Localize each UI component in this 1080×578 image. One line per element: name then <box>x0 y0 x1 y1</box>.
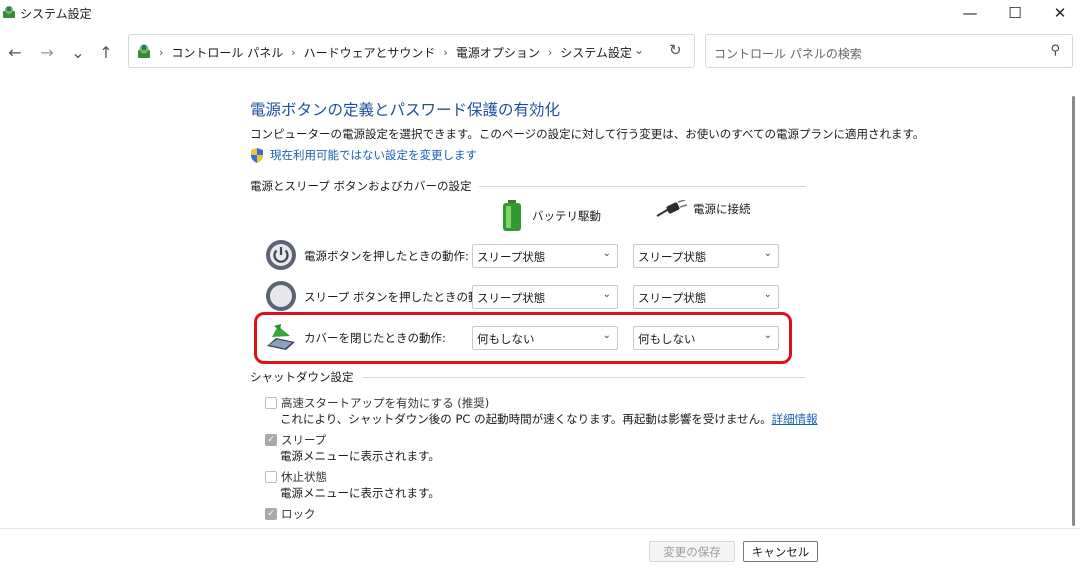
power-button-plugged-select[interactable]: スリープ状態 ⌄ <box>633 244 779 268</box>
main-content: 電源ボタンの定義とパスワード保護の有効化 コンピューターの電源設定を選択できます… <box>0 80 1080 528</box>
minimize-button[interactable]: — <box>947 0 993 26</box>
select-value: スリープ状態 <box>638 291 707 305</box>
forward-button[interactable]: → <box>36 40 58 64</box>
select-value: スリープ状態 <box>477 250 546 264</box>
cancel-button[interactable]: キャンセル <box>743 541 818 562</box>
sleep-button-battery-select[interactable]: スリープ状態 ⌄ <box>472 285 618 309</box>
sleep-button-row: スリープ ボタンを押したときの動作: スリープ状態 ⌄ スリープ状態 ⌄ <box>264 279 784 313</box>
power-plug-icon <box>656 200 687 217</box>
maximize-button[interactable]: ☐ <box>992 0 1038 26</box>
title-bar: システム設定 — ☐ ✕ <box>0 0 1080 26</box>
page-description: コンピューターの電源設定を選択できます。このページの設定に対して行う変更は、お使… <box>250 127 925 141</box>
hibernate-label: 休止状態 <box>281 470 327 484</box>
lid-close-highlight-box <box>254 312 792 364</box>
power-button-label: 電源ボタンを押したときの動作: <box>304 249 469 263</box>
address-bar-area: ← → ⌄ ↑ › コントロール パネル › ハードウェアとサウンド › 電源オ… <box>0 34 1080 70</box>
select-value: スリープ状態 <box>477 291 546 305</box>
sleep-button-icon <box>266 281 296 311</box>
search-icon[interactable]: ⚲ <box>1050 43 1060 58</box>
battery-column-header: バッテリ駆動 <box>502 200 601 232</box>
page-title: 電源ボタンの定義とパスワード保護の有効化 <box>250 101 561 119</box>
power-button-battery-select[interactable]: スリープ状態 ⌄ <box>472 244 618 268</box>
chevron-down-icon: ⌄ <box>602 289 611 300</box>
up-button[interactable]: ↑ <box>95 40 117 64</box>
plugged-column-header: 電源に接続 <box>655 200 751 218</box>
control-panel-icon <box>3 6 15 18</box>
refresh-icon[interactable]: ↻ <box>669 41 682 59</box>
select-value: スリープ状態 <box>638 250 707 264</box>
breadcrumb-item-power-options[interactable]: 電源オプション <box>456 44 540 61</box>
address-history-chevron-icon[interactable]: ⌄ <box>634 43 644 57</box>
change-unavailable-settings-link[interactable]: 現在利用可能ではない設定を変更します <box>250 147 477 163</box>
sleep-description: 電源メニューに表示されます。 <box>280 449 440 463</box>
back-button[interactable]: ← <box>4 40 26 64</box>
sleep-label: スリープ <box>281 433 327 447</box>
fast-startup-checkbox[interactable]: 高速スタートアップを有効にする (推奨) <box>265 395 489 411</box>
checkbox-box[interactable]: ✓ <box>265 434 277 446</box>
fast-startup-label: 高速スタートアップを有効にする (推奨) <box>281 396 490 410</box>
breadcrumb-separator: › <box>291 46 296 59</box>
save-changes-button[interactable]: 変更の保存 <box>649 541 735 562</box>
chevron-down-icon: ⌄ <box>763 248 772 259</box>
checkbox-box[interactable]: ✓ <box>265 508 277 520</box>
shutdown-section-title: シャットダウン設定 <box>250 370 354 384</box>
footer-bar: 変更の保存 キャンセル <box>0 528 1080 578</box>
sleep-button-plugged-select[interactable]: スリープ状態 ⌄ <box>633 285 779 309</box>
more-info-link[interactable]: 詳細情報 <box>772 412 818 426</box>
power-section-title: 電源とスリープ ボタンおよびカバーの設定 <box>250 179 472 193</box>
power-section-header: 電源とスリープ ボタンおよびカバーの設定 <box>250 178 806 194</box>
breadcrumb-item-system-settings[interactable]: システム設定 <box>560 44 632 61</box>
change-settings-link-text[interactable]: 現在利用可能ではない設定を変更します <box>270 147 477 163</box>
battery-column-label: バッテリ駆動 <box>532 209 601 223</box>
shutdown-section-header: シャットダウン設定 <box>250 369 806 385</box>
breadcrumb-item-control-panel[interactable]: コントロール パネル <box>171 44 283 61</box>
sleep-button-label: スリープ ボタンを押したときの動作: <box>304 290 495 304</box>
breadcrumb-separator: › <box>443 46 448 59</box>
close-button[interactable]: ✕ <box>1037 0 1080 26</box>
breadcrumb-separator: › <box>159 46 164 59</box>
chevron-down-icon: ⌄ <box>763 289 772 300</box>
chevron-down-icon: ⌄ <box>602 248 611 259</box>
battery-icon <box>503 200 521 231</box>
checkbox-box[interactable] <box>265 471 277 483</box>
hibernate-checkbox[interactable]: 休止状態 <box>265 469 327 485</box>
power-button-row: 電源ボタンを押したときの動作: スリープ状態 ⌄ スリープ状態 ⌄ <box>264 238 784 272</box>
control-panel-icon <box>138 44 150 58</box>
plugged-column-label: 電源に接続 <box>693 202 751 216</box>
breadcrumb-item-hardware-sound[interactable]: ハードウェアとサウンド <box>304 44 436 61</box>
window-title: システム設定 <box>20 7 92 21</box>
uac-shield-icon <box>251 147 263 163</box>
breadcrumb: › コントロール パネル › ハードウェアとサウンド › 電源オプション › シ… <box>159 44 632 61</box>
power-button-icon <box>266 240 296 270</box>
hibernate-description: 電源メニューに表示されます。 <box>280 486 440 500</box>
lock-label: ロック <box>281 507 316 521</box>
search-placeholder: コントロール パネルの検索 <box>714 47 862 61</box>
checkbox-box[interactable] <box>265 397 277 409</box>
fast-startup-description: これにより、シャットダウン後の PC の起動時間が速くなります。再起動は影響を受… <box>280 411 818 427</box>
fast-startup-desc-text: これにより、シャットダウン後の PC の起動時間が速くなります。再起動は影響を受… <box>280 412 772 426</box>
address-field[interactable]: › コントロール パネル › ハードウェアとサウンド › 電源オプション › シ… <box>128 34 695 68</box>
sleep-checkbox[interactable]: ✓ スリープ <box>265 432 326 448</box>
breadcrumb-separator: › <box>547 46 553 59</box>
divider <box>361 376 806 378</box>
lock-checkbox[interactable]: ✓ ロック <box>265 506 316 522</box>
divider <box>479 185 806 187</box>
recent-locations-button[interactable]: ⌄ <box>67 40 89 64</box>
search-input[interactable]: コントロール パネルの検索 ⚲ <box>705 34 1073 68</box>
